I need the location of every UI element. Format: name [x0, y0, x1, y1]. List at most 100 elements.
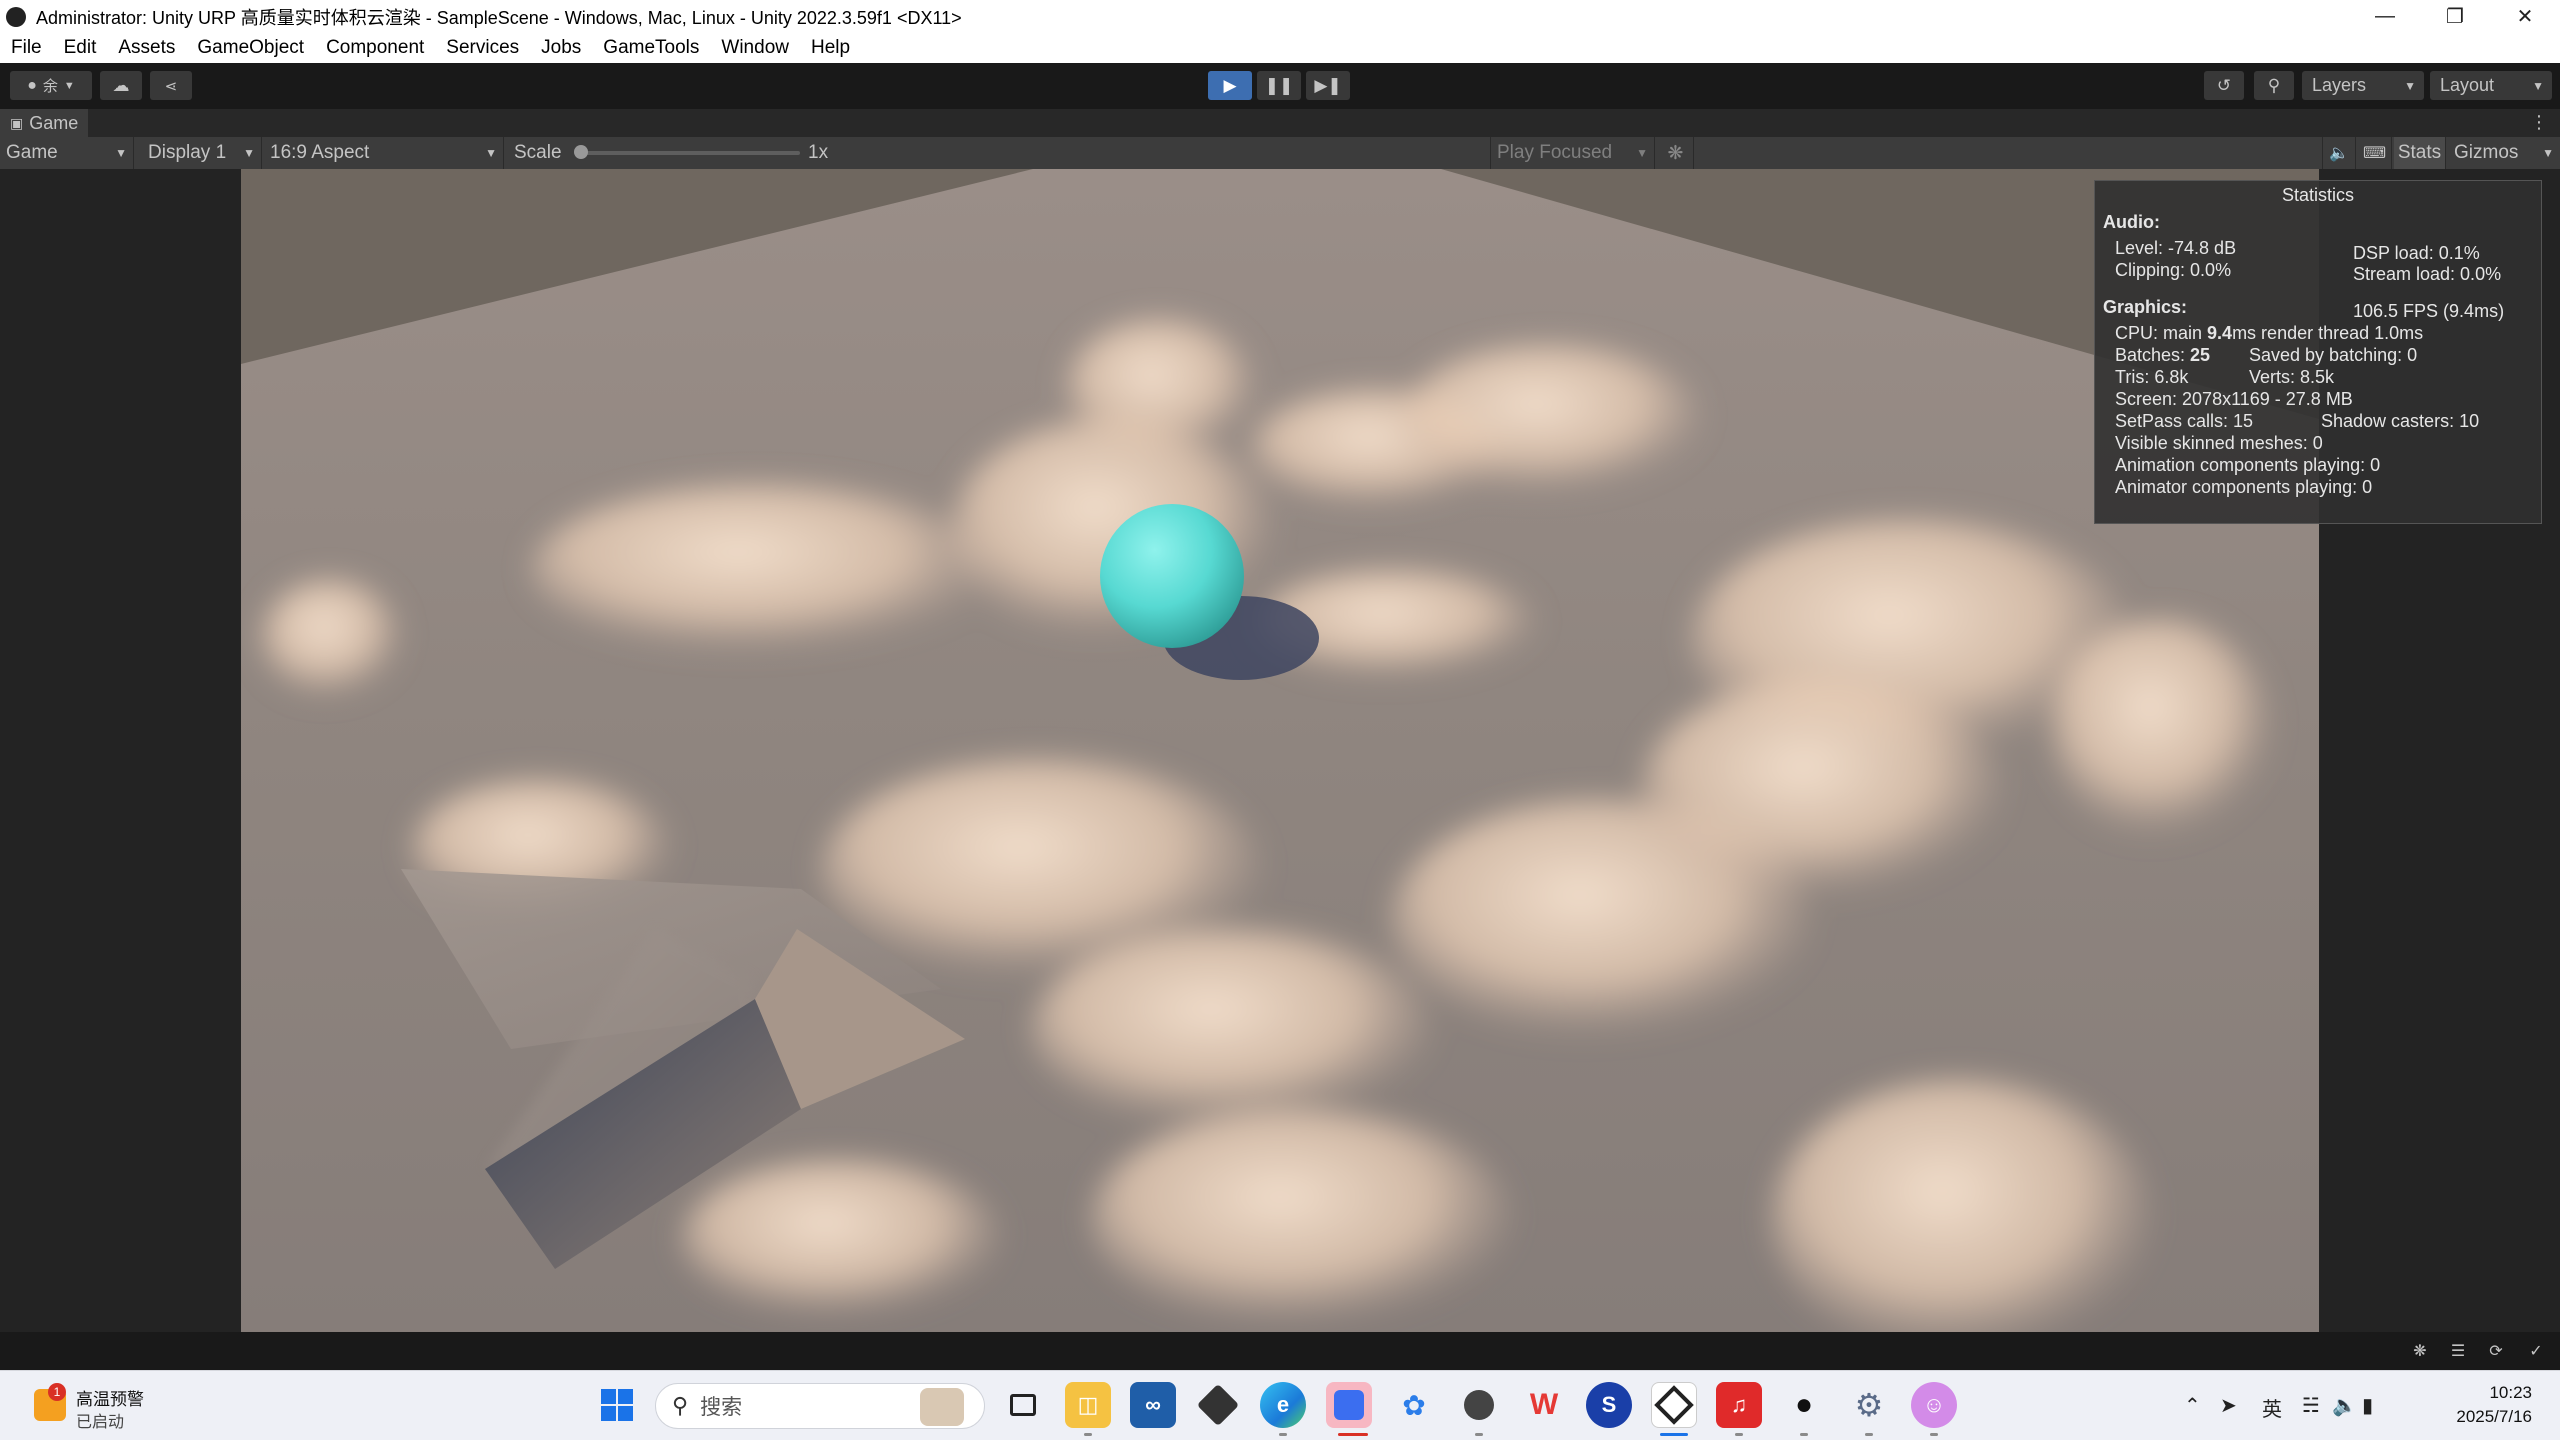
task-view-icon: [1010, 1394, 1036, 1416]
debug-icon[interactable]: ❋: [2410, 1341, 2430, 1361]
unity-app-icon: [6, 6, 26, 27]
notes-app-button[interactable]: [1326, 1382, 1372, 1428]
battery-icon[interactable]: ▮: [2362, 1393, 2373, 1418]
stats-tris: Tris: 6.8k: [2115, 367, 2189, 387]
chevron-down-icon: ▼: [1636, 146, 1648, 160]
gear-icon: ⚙: [1854, 1387, 1884, 1423]
chevron-down-icon: ▼: [2532, 78, 2544, 93]
unity-editor-secondary-button[interactable]: [1456, 1382, 1502, 1428]
menu-edit[interactable]: Edit: [53, 37, 108, 59]
photos-button[interactable]: ✿: [1391, 1382, 1437, 1428]
restore-icon[interactable]: ❐: [2420, 0, 2490, 33]
tab-game[interactable]: ▣ Game: [0, 109, 89, 137]
stats-batches-prefix: Batches:: [2115, 345, 2191, 365]
display-select[interactable]: Display 1 ▼: [142, 137, 262, 169]
taskbar-search-box[interactable]: ⚲ 搜索: [655, 1383, 985, 1429]
menu-assets[interactable]: Assets: [107, 37, 186, 59]
stats-verts: Verts: 8.5k: [2249, 367, 2335, 387]
layers-stack-icon[interactable]: ☰: [2448, 1341, 2468, 1361]
clock[interactable]: 10:23 2025/7/16: [2456, 1381, 2532, 1429]
edge-button[interactable]: e: [1260, 1382, 1306, 1428]
shortcuts-button[interactable]: ⌨: [2358, 137, 2392, 169]
stats-cpu-main-value: 9.4: [2207, 323, 2233, 343]
aspect-select[interactable]: 16:9 Aspect ▼: [264, 137, 504, 169]
menu-services[interactable]: Services: [435, 37, 530, 59]
cat-app-button[interactable]: ☺: [1911, 1382, 1957, 1428]
stats-title: Statistics: [2281, 185, 2355, 205]
cat-icon: ☺: [1922, 1392, 1946, 1417]
unity-editor-button[interactable]: [1651, 1382, 1697, 1428]
cloud-button[interactable]: ☁: [100, 71, 142, 100]
pause-button[interactable]: ❚❚: [1257, 71, 1301, 100]
menu-file[interactable]: File: [0, 37, 53, 59]
step-button[interactable]: ▶❚: [1306, 71, 1350, 100]
unity-hub-button[interactable]: [1195, 1382, 1241, 1428]
layers-dropdown[interactable]: Layers ▼: [2302, 71, 2424, 100]
menu-gametools[interactable]: GameTools: [592, 37, 710, 59]
gizmos-button[interactable]: Gizmos ▼: [2448, 137, 2560, 169]
start-button[interactable]: [594, 1382, 640, 1428]
search-icon: ⚲: [672, 1393, 689, 1418]
volume-icon[interactable]: 🔈: [2332, 1393, 2357, 1418]
wifi-icon[interactable]: ☵: [2302, 1393, 2320, 1418]
menu-gameobject[interactable]: GameObject: [186, 37, 315, 59]
menu-bar: File Edit Assets GameObject Component Se…: [0, 33, 2560, 63]
undo-history-button[interactable]: ↺: [2204, 71, 2244, 100]
cloud: [2051, 619, 2271, 839]
search-button[interactable]: ⚲: [2254, 71, 2294, 100]
view-select[interactable]: Game ▼: [0, 137, 134, 169]
windows-logo-icon: [601, 1389, 633, 1421]
menu-help[interactable]: Help: [800, 37, 861, 59]
blue-app-button[interactable]: S: [1586, 1382, 1632, 1428]
game-view-toolbar: Game ▼ Display 1 ▼ 16:9 Aspect ▼ Scale 1…: [0, 137, 2560, 169]
sync-icon[interactable]: ⟳: [2486, 1341, 2506, 1361]
stats-cpu-prefix: CPU: main: [2115, 323, 2208, 343]
edge-icon: e: [1276, 1392, 1290, 1417]
menu-component[interactable]: Component: [315, 37, 435, 59]
clock-date: 2025/7/16: [2456, 1407, 2532, 1426]
task-view-button[interactable]: [1000, 1382, 1046, 1428]
more-options-icon[interactable]: ⋮: [2530, 112, 2548, 133]
minimize-icon[interactable]: —: [2350, 0, 2420, 33]
cloud: [1641, 679, 2001, 899]
location-arrow-icon[interactable]: ➤: [2220, 1393, 2237, 1418]
play-icon: ▶: [1223, 75, 1237, 95]
play-mode-select[interactable]: Play Focused ▼: [1490, 137, 1655, 169]
wps-button[interactable]: W: [1521, 1382, 1567, 1428]
status-check-icon[interactable]: ✓: [2526, 1341, 2546, 1361]
play-button[interactable]: ▶: [1208, 71, 1252, 100]
stats-button[interactable]: Stats: [2394, 137, 2446, 169]
scale-slider-track[interactable]: [580, 151, 800, 155]
window-title: Administrator: Unity URP 高质量实时体积云渲染 - Sa…: [36, 7, 962, 28]
menu-jobs[interactable]: Jobs: [530, 37, 592, 59]
file-explorer-button[interactable]: ◫: [1065, 1382, 1111, 1428]
qq-button[interactable]: ●: [1781, 1382, 1827, 1428]
layout-dropdown[interactable]: Layout ▼: [2430, 71, 2552, 100]
settings-button[interactable]: ⚙: [1846, 1382, 1892, 1428]
version-control-button[interactable]: ⋖: [150, 71, 192, 100]
chevron-down-icon: ▼: [2542, 146, 2554, 160]
weather-widget[interactable]: 1 高温预警 已启动: [30, 1381, 190, 1431]
cloud: [1031, 929, 1431, 1129]
game-view-render[interactable]: [241, 169, 2319, 1332]
chevron-up-icon[interactable]: ⌃: [2184, 1393, 2201, 1418]
running-indicator: [1800, 1433, 1808, 1436]
scale-slider-handle[interactable]: [574, 145, 588, 159]
stats-batches-value: 25: [2190, 345, 2211, 365]
account-dropdown[interactable]: ● 余 ▼: [10, 71, 92, 100]
chevron-down-icon: ▼: [485, 146, 497, 160]
visual-studio-button[interactable]: ∞: [1130, 1382, 1176, 1428]
netease-music-button[interactable]: ♫: [1716, 1382, 1762, 1428]
frame-debugger-button[interactable]: ❋: [1658, 137, 1694, 169]
menu-window[interactable]: Window: [710, 37, 800, 59]
input-method-indicator[interactable]: 英: [2262, 1393, 2282, 1422]
cloud: [1401, 344, 1701, 494]
chevron-down-icon: ▼: [63, 79, 75, 92]
mute-audio-button[interactable]: 🔈: [2322, 137, 2356, 169]
close-icon[interactable]: ✕: [2490, 0, 2560, 33]
history-icon: ↺: [2216, 75, 2232, 95]
gizmos-button-label: Gizmos: [2454, 142, 2519, 163]
active-indicator: [1660, 1433, 1688, 1436]
stats-graphics-heading: Graphics:: [2103, 297, 2188, 317]
stats-visible-skinned: Visible skinned meshes: 0: [2115, 433, 2323, 453]
